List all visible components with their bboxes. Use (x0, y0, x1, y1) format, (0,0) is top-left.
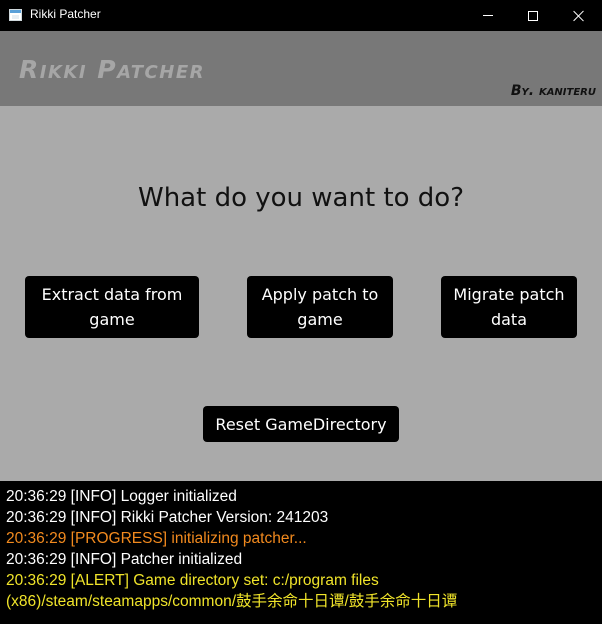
log-line: 20:36:29 [INFO] Patcher initialized (6, 551, 243, 568)
close-icon (573, 10, 585, 22)
apply-patch-button[interactable]: Apply patch to game (247, 276, 393, 338)
migrate-patch-button[interactable]: Migrate patch data (441, 276, 577, 338)
log-line: 20:36:29 [INFO] Logger initialized (6, 488, 237, 505)
reset-game-directory-button[interactable]: Reset GameDirectory (203, 406, 399, 442)
prompt-heading: What do you want to do? (137, 183, 464, 213)
app-header: Rikki Patcher By. kaniteru (0, 31, 602, 106)
log-console[interactable]: 20:36:29 [INFO] Logger initialized 20:36… (0, 481, 602, 624)
window-title: Rikki Patcher (30, 7, 101, 21)
log-line: 20:36:29 [PROGRESS] initializing patcher… (6, 530, 307, 547)
log-line: 20:36:29 [ALERT] Game directory set: c:/… (6, 572, 458, 610)
app-window-icon (9, 9, 22, 21)
maximize-icon (528, 10, 538, 21)
minimize-button[interactable] (465, 0, 511, 31)
extract-data-button[interactable]: Extract data from game (25, 276, 199, 338)
log-line: 20:36:29 [INFO] Rikki Patcher Version: 2… (6, 509, 329, 526)
author-credit: By. kaniteru (510, 83, 596, 99)
app-window: Rikki Patcher Rikki Patcher By. kaniteru… (0, 0, 602, 624)
minimize-icon (483, 15, 493, 16)
maximize-button[interactable] (510, 0, 556, 31)
app-title: Rikki Patcher (19, 55, 205, 84)
title-bar[interactable]: Rikki Patcher (0, 0, 602, 31)
close-button[interactable] (556, 0, 602, 31)
